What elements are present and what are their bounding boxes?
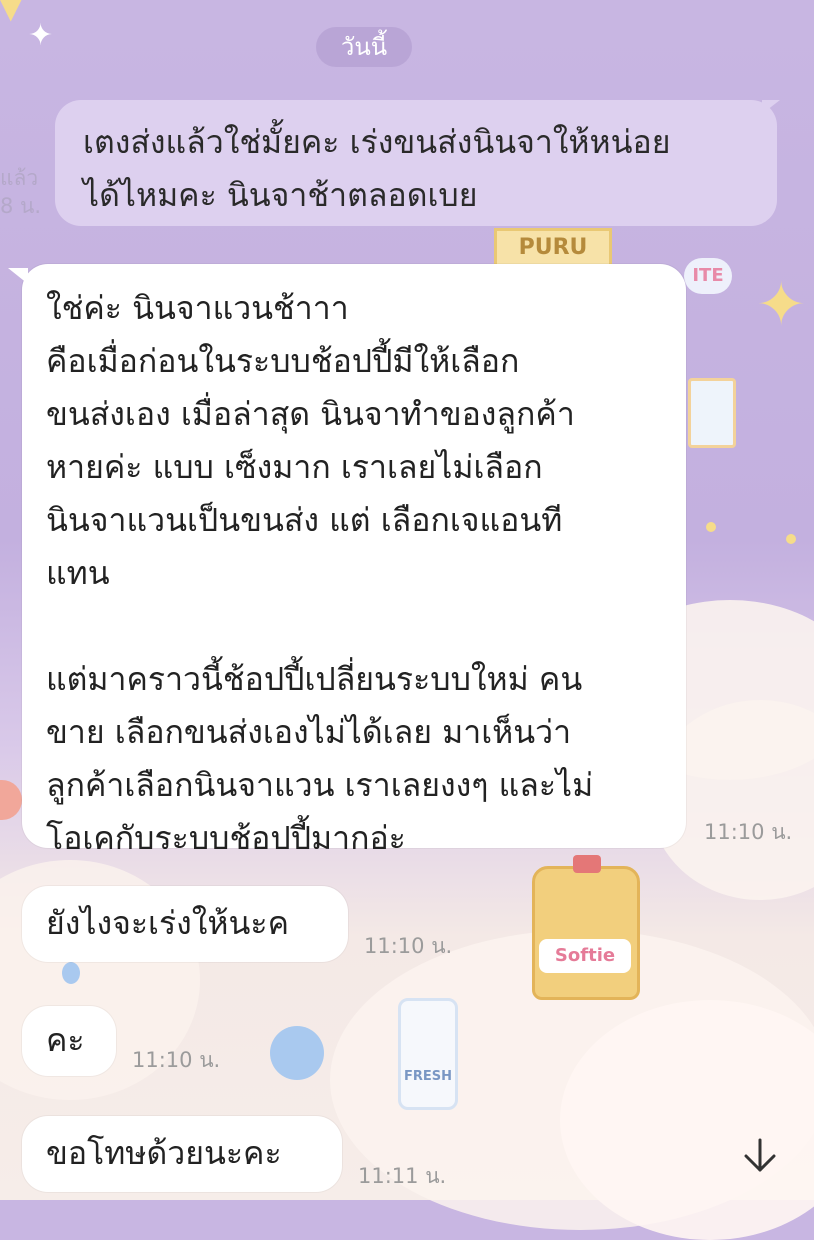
sent-message-bubble[interactable]: เตงส่งแล้วใช่มั้ยคะ เร่งขนส่งนินจาให้หน่… bbox=[55, 100, 777, 226]
read-status: แล้ว 8 น. bbox=[0, 166, 42, 218]
message-line: ขนส่งเอง เมื่อล่าสุด นินจาทำของลูกค้า bbox=[46, 395, 575, 433]
poster-sticker: PURU bbox=[494, 228, 612, 268]
sparkle-icon: ✦ bbox=[756, 270, 807, 340]
message-line: ขาย เลือกขนส่งเองไม่ได้เลย มาเห็นว่า bbox=[46, 713, 572, 751]
message-text: ขอโทษด้วยนะคะ bbox=[46, 1134, 282, 1172]
bubble-tail bbox=[762, 100, 780, 114]
frame-sticker bbox=[688, 378, 736, 448]
dot bbox=[706, 522, 716, 532]
message-time: 11:10 น. bbox=[704, 820, 793, 844]
bubble-tail bbox=[8, 268, 28, 284]
paw-icon bbox=[0, 780, 22, 820]
message-line: โอเคกับระบบช้อปปี้มากอ่ะ bbox=[46, 819, 406, 857]
message-line: คือเมื่อก่อนในระบบช้อปปี้มีให้เลือก bbox=[46, 342, 520, 380]
message-line: แต่มาคราวนี้ช้อปปี้เปลี่ยนระบบใหม่ คน bbox=[46, 660, 583, 698]
ite-sticker: ITE bbox=[684, 258, 732, 294]
received-message-bubble[interactable]: คะ bbox=[22, 1006, 116, 1076]
sparkle-icon: ✦ bbox=[28, 18, 54, 53]
message-line: ได้ไหมคะ นินจาช้าตลอดเบย bbox=[83, 176, 478, 214]
message-line: นินจาแวนเป็นขนส่ง แต่ เลือกเจแอนที bbox=[46, 501, 563, 539]
message-text: คะ bbox=[46, 1021, 85, 1059]
message-line: ใช่ค่ะ นินจาแวนช้าาา bbox=[46, 289, 349, 327]
message-line: ลูกค้าเลือกนินจาแวน เราเลยงงๆ และไม่ bbox=[46, 766, 594, 804]
message-line: หายค่ะ แบบ เซ็งมาก เราเลยไม่เลือก bbox=[46, 448, 543, 486]
message-time: 11:10 น. bbox=[132, 1048, 221, 1072]
received-message-bubble[interactable]: ใช่ค่ะ นินจาแวนช้าาา คือเมื่อก่อนในระบบช… bbox=[22, 264, 686, 857]
message-time: 11:10 น. bbox=[364, 934, 453, 958]
bottle-sticker: Softie bbox=[532, 855, 640, 1000]
dot bbox=[786, 534, 796, 544]
message-text: ยังไงจะเร่งให้นะค bbox=[46, 904, 289, 942]
message-time: 11:11 น. bbox=[358, 1164, 447, 1188]
star-icon: ▼ bbox=[0, 0, 22, 25]
message-line: เตงส่งแล้วใช่มั้ยคะ เร่งขนส่งนินจาให้หน่… bbox=[83, 123, 671, 161]
date-separator: วันนี้ bbox=[316, 27, 412, 67]
ball bbox=[270, 1026, 324, 1080]
ball bbox=[62, 962, 80, 984]
received-message-bubble[interactable]: ขอโทษด้วยนะคะ bbox=[22, 1116, 342, 1192]
message-line: แทน bbox=[46, 554, 110, 592]
arrow-down-icon[interactable] bbox=[740, 1136, 780, 1176]
received-message-bubble[interactable]: ยังไงจะเร่งให้นะค bbox=[22, 886, 348, 962]
milk-sticker: FRESH bbox=[398, 998, 458, 1110]
